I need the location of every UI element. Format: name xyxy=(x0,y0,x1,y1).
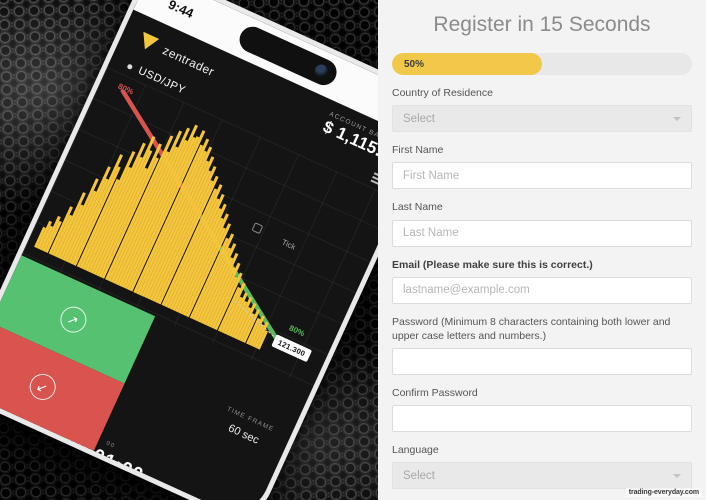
form-field-5: Confirm Password xyxy=(392,386,692,433)
hamburger-menu-icon[interactable] xyxy=(370,172,378,188)
input-3[interactable] xyxy=(392,276,692,304)
registration-page: 9:44 ◿ zentrader ACCOUNT BALANCE $ 1,115… xyxy=(0,0,706,500)
form-fields: Country of Residence Select First Name Last… xyxy=(392,86,692,490)
input-1[interactable] xyxy=(392,162,692,190)
form-field-2: Last Name xyxy=(392,200,692,247)
form-field-6: Language Select xyxy=(392,443,692,490)
field-label: Country of Residence xyxy=(392,87,493,99)
select-value: Select xyxy=(403,112,435,125)
field-label: Last Name xyxy=(392,201,443,214)
input-2[interactable] xyxy=(392,219,692,247)
hero-photo-panel: 9:44 ◿ zentrader ACCOUNT BALANCE $ 1,115… xyxy=(0,0,378,500)
chevron-down-icon xyxy=(673,116,681,121)
progress-bar-fill: 50% xyxy=(392,53,542,75)
arrow-up-right-icon: ↗ xyxy=(55,302,91,337)
chevron-down-icon xyxy=(673,473,681,478)
input-4[interactable] xyxy=(392,348,692,376)
field-label: First Name xyxy=(392,144,444,157)
form-field-3: Email (Please make sure this is correct.… xyxy=(392,258,692,304)
select-6[interactable]: Select xyxy=(392,462,692,490)
field-label: Language xyxy=(392,444,439,457)
camera-lens-icon xyxy=(312,62,330,80)
field-label: Confirm Password xyxy=(392,387,478,400)
registration-form-panel: Register in 15 Seconds 50% Country of Re… xyxy=(378,0,706,500)
zentrader-logo-icon xyxy=(137,31,160,53)
field-label: Email (Please make sure this is correct.… xyxy=(392,258,593,271)
input-5[interactable] xyxy=(392,405,692,433)
form-field-0: Country of Residence Select xyxy=(392,86,692,133)
progress-bar: 50% xyxy=(392,53,692,75)
select-value: Select xyxy=(403,469,435,482)
page-title: Register in 15 Seconds xyxy=(433,13,651,36)
watermark: trading-everyday.com xyxy=(625,488,702,497)
field-label: Password (Minimum 8 characters containin… xyxy=(392,315,671,342)
status-dot-icon xyxy=(126,62,134,70)
status-time: 9:44 xyxy=(166,0,197,21)
form-field-1: First Name xyxy=(392,143,692,190)
select-0[interactable]: Select xyxy=(392,105,692,133)
form-field-4: Password (Minimum 8 characters containin… xyxy=(392,315,692,376)
arrow-down-left-icon: ↙ xyxy=(25,369,60,405)
